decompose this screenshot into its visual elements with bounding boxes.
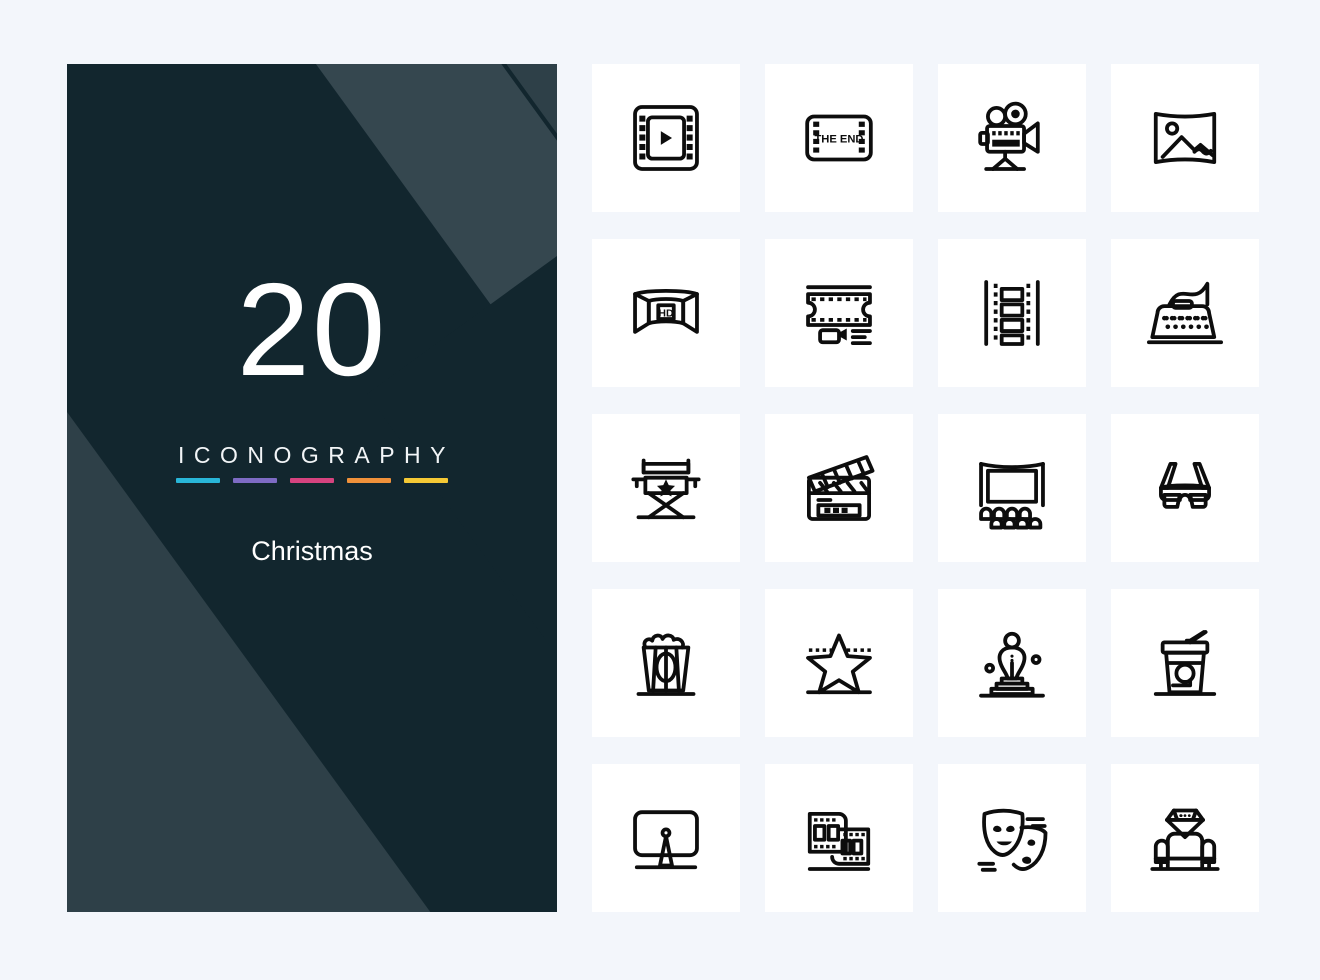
cinema-picture-icon — [1153, 112, 1217, 164]
icon-tile-cinema-audience[interactable] — [938, 414, 1086, 562]
icon-count: 20 — [236, 256, 388, 403]
accent-bar-orange — [347, 478, 391, 483]
icon-tile-film-video-player[interactable] — [592, 64, 740, 212]
brand-title: ICONOGRAPHY — [177, 442, 456, 468]
vip-armchair-icon — [1150, 808, 1220, 871]
accent-bar-purple — [233, 478, 277, 483]
hd-screen-icon: HD — [633, 288, 699, 334]
accent-bar-yellow — [404, 478, 448, 483]
icon-tile-walk-of-fame-star[interactable] — [765, 589, 913, 737]
set-subtitle: Christmas — [251, 536, 373, 566]
icon-tile-film-strip[interactable] — [938, 239, 1086, 387]
clapperboard-icon — [807, 455, 875, 521]
cover-panel: 20 ICONOGRAPHY Christmas — [67, 64, 557, 912]
icon-tile-soda-cup[interactable] — [1111, 589, 1259, 737]
cover-content: 20 ICONOGRAPHY Christmas — [67, 64, 557, 912]
icon-tile-director-chair[interactable] — [592, 414, 740, 562]
icon-tile-clapperboard[interactable] — [765, 414, 913, 562]
cinema-audience-icon — [979, 462, 1045, 530]
movie-ticket-icon — [806, 285, 872, 345]
the-end-film-frame-icon: THE END — [805, 114, 873, 162]
icon-tile-cinema-picture[interactable] — [1111, 64, 1259, 212]
film-reel-strip-icon — [807, 812, 871, 871]
icon-tile-movie-ticket[interactable] — [765, 239, 913, 387]
monitor-screen-icon — [633, 810, 699, 870]
slide-root: 20 ICONOGRAPHY Christmas THE END HD — [0, 0, 1320, 980]
popcorn-icon — [636, 633, 696, 696]
icon-tile-film-reel-strip[interactable] — [765, 764, 913, 912]
typewriter-icon — [1146, 281, 1224, 345]
icon-tile-typewriter[interactable] — [1111, 239, 1259, 387]
icon-tile-movie-camera[interactable] — [938, 64, 1086, 212]
icon-tile-3d-glasses[interactable] — [1111, 414, 1259, 562]
hd-label: HD — [659, 308, 674, 319]
movie-camera-icon — [978, 101, 1040, 171]
icon-tile-popcorn[interactable] — [592, 589, 740, 737]
icon-tile-monitor-screen[interactable] — [592, 764, 740, 912]
film-video-player-icon — [633, 105, 699, 171]
the-end-label: THE END — [814, 133, 863, 145]
director-chair-icon — [631, 458, 701, 520]
icon-tile-vip-armchair[interactable] — [1111, 764, 1259, 912]
3d-glasses-icon — [1159, 462, 1211, 509]
icon-tile-award-trophy[interactable] — [938, 589, 1086, 737]
accent-bar-cyan — [176, 478, 220, 483]
icon-tile-hd-screen[interactable]: HD — [592, 239, 740, 387]
theater-masks-icon — [977, 808, 1048, 872]
icon-tile-theater-masks[interactable] — [938, 764, 1086, 912]
icon-tile-the-end[interactable]: THE END — [765, 64, 913, 212]
soda-cup-icon — [1153, 630, 1217, 696]
film-strip-vertical-icon — [984, 280, 1040, 346]
walk-of-fame-star-icon — [806, 633, 872, 695]
icon-grid: THE END HD — [592, 64, 1259, 912]
accent-bar-group — [176, 478, 448, 483]
award-trophy-icon — [979, 631, 1045, 698]
accent-bar-pink — [290, 478, 334, 483]
